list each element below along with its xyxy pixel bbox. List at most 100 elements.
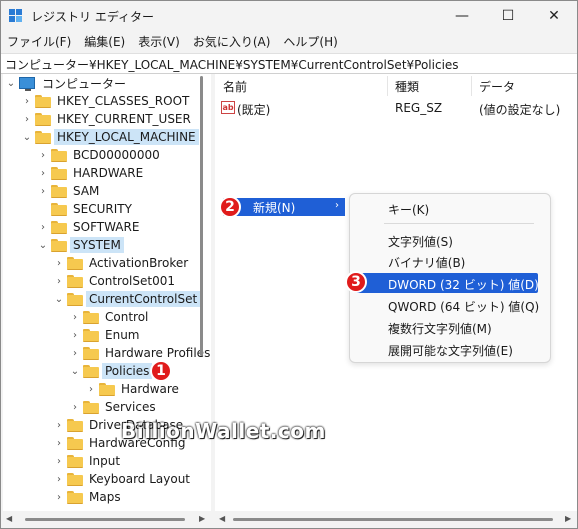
- chevron-icon[interactable]: ›: [69, 344, 81, 362]
- menu-view[interactable]: 表示(V): [132, 31, 186, 53]
- tree-item-label: ActivationBroker: [89, 256, 189, 270]
- tree-item[interactable]: › SAM: [37, 182, 102, 200]
- folder-icon: [99, 383, 115, 396]
- chevron-icon[interactable]: ›: [21, 110, 33, 128]
- chevron-icon[interactable]: ›: [53, 416, 65, 434]
- list-horizontal-scrollbar[interactable]: ◀ ▶: [215, 513, 577, 527]
- submenu-expandable-string-value[interactable]: 展開可能な文字列値(E): [354, 339, 538, 359]
- tree-item[interactable]: › Services: [69, 398, 159, 416]
- tree-item[interactable]: › Hardware: [85, 380, 182, 398]
- chevron-icon[interactable]: ›: [21, 92, 33, 110]
- tree-item[interactable]: › Enum: [69, 326, 142, 344]
- tree-item[interactable]: ⌄ SYSTEM: [37, 236, 124, 254]
- tree-vertical-scrollbar[interactable]: [200, 76, 203, 356]
- menu-file[interactable]: ファイル(F): [1, 31, 77, 53]
- tree-item[interactable]: › HKEY_CLASSES_ROOT: [21, 92, 192, 110]
- folder-icon: [83, 347, 99, 360]
- chevron-down-icon[interactable]: ⌄: [5, 74, 17, 92]
- tree-item[interactable]: › ControlSet001: [53, 272, 178, 290]
- submenu-multistring-value[interactable]: 複数行文字列値(M): [354, 317, 538, 337]
- scroll-right-icon[interactable]: ▶: [565, 514, 571, 523]
- chevron-icon[interactable]: ›: [53, 434, 65, 452]
- chevron-icon[interactable]: ›: [85, 380, 97, 398]
- chevron-icon[interactable]: ⌄: [53, 290, 65, 308]
- chevron-icon[interactable]: ›: [37, 164, 49, 182]
- tree-item-label: HKEY_CURRENT_USER: [57, 112, 191, 126]
- chevron-icon[interactable]: ⌄: [69, 362, 81, 380]
- submenu-string-value[interactable]: 文字列値(S): [354, 230, 538, 250]
- tree-item[interactable]: › ActivationBroker: [53, 254, 191, 272]
- key-tree: ⌄ コンピューター › HKEY_CLASSES_ROOT › HKEY_CUR…: [3, 74, 211, 511]
- tree-item[interactable]: › Hardware Profiles: [69, 344, 211, 362]
- scroll-left-icon[interactable]: ◀: [6, 514, 12, 523]
- chevron-icon[interactable]: ⌄: [37, 236, 49, 254]
- folder-icon: [83, 311, 99, 324]
- folder-icon: [67, 257, 83, 270]
- tree-item-label: Maps: [89, 490, 121, 504]
- tree-item[interactable]: › Input: [53, 452, 123, 470]
- submenu-expandable-string-value-label: 展開可能な文字列値(E): [388, 344, 513, 358]
- close-button[interactable]: ✕: [531, 1, 577, 31]
- chevron-icon[interactable]: ›: [53, 452, 65, 470]
- tree-item-label: Input: [89, 454, 121, 468]
- column-header-data[interactable]: データ: [479, 78, 515, 95]
- tree-item-label: SAM: [73, 184, 100, 198]
- address-bar[interactable]: コンピューター¥HKEY_LOCAL_MACHINE¥SYSTEM¥Curren…: [1, 53, 577, 74]
- scroll-right-icon[interactable]: ▶: [199, 514, 205, 523]
- scroll-left-icon[interactable]: ◀: [219, 514, 225, 523]
- tree-item[interactable]: › Control: [69, 308, 151, 326]
- submenu-dword-value[interactable]: DWORD (32 ビット) 値(D): [354, 273, 539, 293]
- chevron-icon[interactable]: ›: [37, 218, 49, 236]
- tree-item[interactable]: › SOFTWARE: [37, 218, 142, 236]
- tree-item-policies[interactable]: ⌄ Policies: [69, 362, 153, 380]
- tree-item[interactable]: › HKEY_CURRENT_USER: [21, 110, 194, 128]
- folder-icon: [67, 293, 83, 306]
- tree-item[interactable]: › HARDWARE: [37, 164, 146, 182]
- chevron-icon[interactable]: ›: [53, 272, 65, 290]
- folder-icon: [51, 149, 67, 162]
- column-separator[interactable]: [471, 76, 472, 96]
- tree-item[interactable]: ⌄ CurrentControlSet: [53, 290, 201, 308]
- submenu-binary-value[interactable]: バイナリ値(B): [354, 251, 538, 271]
- folder-icon: [67, 437, 83, 450]
- chevron-icon[interactable]: [37, 200, 49, 218]
- tree-item-label: Enum: [105, 328, 140, 342]
- context-menu-new[interactable]: 新規(N) ›: [223, 198, 345, 216]
- chevron-icon[interactable]: ›: [37, 182, 49, 200]
- tree-horizontal-scrollbar[interactable]: ◀ ▶: [3, 513, 211, 525]
- tree-item-label: HARDWARE: [73, 166, 144, 180]
- column-header-type[interactable]: 種類: [395, 78, 419, 95]
- minimize-button[interactable]: —: [439, 1, 485, 31]
- menu-edit[interactable]: 編集(E): [78, 31, 131, 53]
- tree-item[interactable]: › BCD00000000: [37, 146, 163, 164]
- chevron-icon[interactable]: ⌄: [21, 128, 33, 146]
- computer-icon: [19, 77, 35, 91]
- value-row[interactable]: ab (既定) REG_SZ (値の設定なし): [215, 98, 577, 118]
- scroll-thumb[interactable]: [25, 518, 185, 521]
- tree-item[interactable]: › Maps: [53, 488, 124, 506]
- scroll-thumb[interactable]: [233, 518, 553, 521]
- chevron-icon[interactable]: ›: [37, 146, 49, 164]
- tree-item[interactable]: SECURITY: [37, 200, 135, 218]
- maximize-button[interactable]: ☐: [485, 1, 531, 31]
- context-menu-new-label: 新規(N): [253, 201, 296, 215]
- folder-icon: [83, 329, 99, 342]
- chevron-icon[interactable]: ›: [69, 326, 81, 344]
- folder-icon: [67, 419, 83, 432]
- tree-root[interactable]: ⌄ コンピューター: [5, 74, 129, 92]
- menu-favorites[interactable]: お気に入り(A): [187, 31, 277, 53]
- menu-help[interactable]: ヘルプ(H): [277, 31, 343, 53]
- chevron-icon[interactable]: ›: [53, 488, 65, 506]
- chevron-icon[interactable]: ›: [53, 470, 65, 488]
- submenu-key[interactable]: キー(K): [354, 198, 538, 218]
- tree-item[interactable]: ⌄ HKEY_LOCAL_MACHINE: [21, 128, 199, 146]
- submenu-separator: [384, 223, 534, 224]
- column-header-name[interactable]: 名前: [223, 78, 247, 95]
- address-path: コンピューター¥HKEY_LOCAL_MACHINE¥SYSTEM¥Curren…: [5, 58, 459, 72]
- chevron-icon[interactable]: ›: [69, 308, 81, 326]
- submenu-qword-value[interactable]: QWORD (64 ビット) 値(Q): [354, 295, 539, 315]
- chevron-icon[interactable]: ›: [69, 398, 81, 416]
- chevron-icon[interactable]: ›: [53, 254, 65, 272]
- column-separator[interactable]: [387, 76, 388, 96]
- tree-item[interactable]: › Keyboard Layout: [53, 470, 193, 488]
